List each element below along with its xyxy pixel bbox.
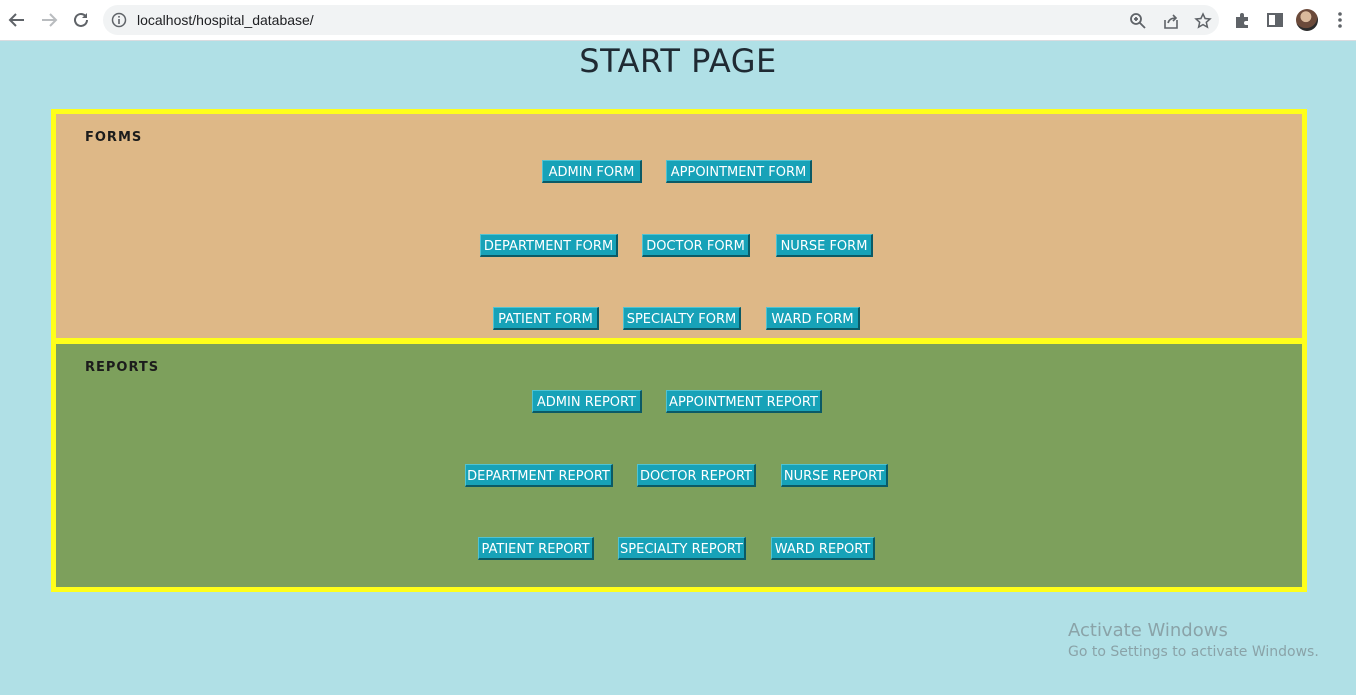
ward-form-button[interactable]: WARD FORM [766, 307, 860, 330]
doctor-report-button[interactable]: DOCTOR REPORT [637, 464, 756, 487]
patient-form-button[interactable]: PATIENT FORM [493, 307, 599, 330]
department-form-button[interactable]: DEPARTMENT FORM [480, 234, 618, 257]
activate-windows-watermark: Activate Windows Go to Settings to activ… [1068, 620, 1319, 660]
forms-panel: FORMS ADMIN FORM APPOINTMENT FORM DEPART… [51, 109, 1307, 343]
nurse-form-button[interactable]: NURSE FORM [776, 234, 873, 257]
star-icon[interactable] [1194, 12, 1212, 30]
side-panel-icon[interactable] [1265, 10, 1285, 30]
nurse-report-button[interactable]: NURSE REPORT [781, 464, 888, 487]
share-icon[interactable] [1162, 12, 1180, 30]
url-text[interactable]: localhost/hospital_database/ [137, 12, 314, 28]
admin-report-button[interactable]: ADMIN REPORT [532, 390, 642, 413]
appointment-form-button[interactable]: APPOINTMENT FORM [666, 160, 812, 183]
reload-icon[interactable] [69, 8, 93, 32]
address-bar[interactable]: localhost/hospital_database/ [103, 5, 1219, 35]
url-host: localhost [137, 12, 193, 28]
specialty-report-button[interactable]: SPECIALTY REPORT [618, 537, 746, 560]
appointment-report-button[interactable]: APPOINTMENT REPORT [666, 390, 822, 413]
reports-panel: REPORTS ADMIN REPORT APPOINTMENT REPORT … [51, 339, 1307, 592]
zoom-icon[interactable] [1129, 12, 1147, 30]
specialty-form-button[interactable]: SPECIALTY FORM [623, 307, 741, 330]
info-icon[interactable] [111, 12, 127, 28]
watermark-title: Activate Windows [1068, 620, 1228, 641]
url-path: /hospital_database/ [192, 12, 314, 28]
profile-avatar[interactable] [1296, 9, 1318, 31]
watermark-subtitle: Go to Settings to activate Windows. [1068, 644, 1319, 660]
department-report-button[interactable]: DEPARTMENT REPORT [465, 464, 613, 487]
forms-heading: FORMS [85, 130, 143, 145]
doctor-form-button[interactable]: DOCTOR FORM [642, 234, 750, 257]
page-title: START PAGE [579, 42, 777, 80]
puzzle-icon[interactable] [1233, 10, 1253, 30]
patient-report-button[interactable]: PATIENT REPORT [478, 537, 594, 560]
back-arrow-icon[interactable] [5, 8, 29, 32]
admin-form-button[interactable]: ADMIN FORM [542, 160, 642, 183]
ward-report-button[interactable]: WARD REPORT [771, 537, 875, 560]
kebab-menu-icon[interactable] [1330, 10, 1350, 30]
browser-toolbar: localhost/hospital_database/ [0, 0, 1356, 41]
reports-heading: REPORTS [85, 360, 160, 375]
forward-arrow-icon[interactable] [37, 8, 61, 32]
